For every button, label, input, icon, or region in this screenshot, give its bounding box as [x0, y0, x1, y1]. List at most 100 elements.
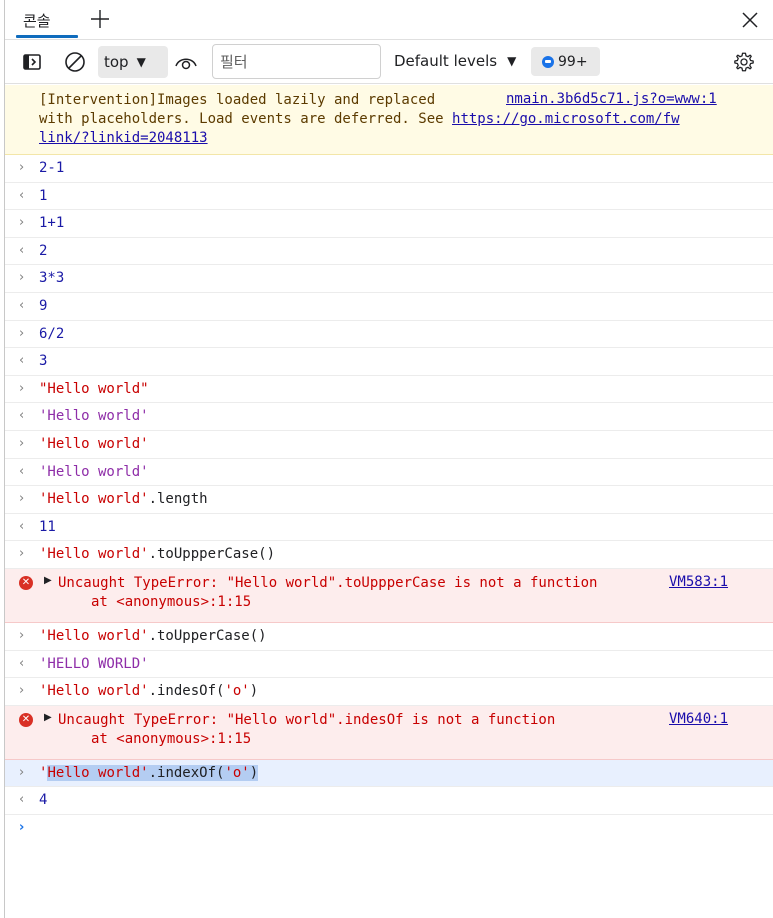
chevron-right-icon: › [19, 546, 25, 562]
entry-text: 2 [39, 242, 48, 259]
console-input-entry[interactable]: › "Hello world" [5, 376, 773, 404]
error-text: Uncaught TypeError: "Hello world".indesO… [58, 711, 556, 728]
error-trace: at <anonymous>:1:15 [91, 730, 252, 747]
error-icon: ✕ [19, 712, 33, 727]
warning-link[interactable]: https://go.microsoft.com/fw [452, 111, 680, 127]
console-input-entry[interactable]: › 1+1 [5, 210, 773, 238]
console-input-entry[interactable]: › 2-1 [5, 155, 773, 183]
close-icon [742, 12, 758, 28]
console-input-entry[interactable]: › 3*3 [5, 265, 773, 293]
console-output-entry: ‹ 3 [5, 348, 773, 376]
log-levels-label: Default levels [394, 52, 498, 70]
console-input-entry[interactable]: › 'Hello world'.length [5, 486, 773, 514]
tab-console[interactable]: 콘솔 [17, 0, 57, 40]
chevron-right-icon: › [19, 764, 25, 780]
console-output-entry: ‹ 2 [5, 238, 773, 266]
chevron-right-icon: › [19, 491, 25, 507]
message-icon [542, 55, 554, 68]
error-text: Uncaught TypeError: "Hello world".toUppp… [58, 574, 598, 591]
warning-line-2: with placeholders. Load events are defer… [39, 111, 453, 127]
chevron-right-icon: › [19, 435, 25, 451]
console-settings-button[interactable] [731, 49, 757, 75]
entry-text: 'Hello world'.indesOf('o') [39, 683, 259, 700]
chevron-right-icon: › [19, 160, 25, 175]
entry-text: 3*3 [39, 270, 65, 287]
chevron-left-icon: ‹ [19, 242, 25, 258]
console-input-entry[interactable]: › 'Hello world'.toUpperCase() [5, 623, 773, 651]
active-tab-indicator [16, 35, 78, 38]
chevron-right-icon: › [19, 683, 25, 699]
chevron-left-icon: ‹ [19, 463, 25, 479]
chevron-right-icon: › [19, 270, 25, 286]
context-select-value: top [104, 53, 129, 71]
caret-down-icon: ▼ [507, 54, 517, 68]
chevron-left-icon: ‹ [19, 408, 25, 424]
drawer-tab-bar: 콘솔 [5, 0, 773, 40]
entry-text: 4 [39, 792, 48, 809]
console-prompt[interactable]: › [5, 815, 773, 843]
entry-text: 11 [39, 518, 56, 535]
console-input-entry[interactable]: › 'Hello world'.toUppperCase() [5, 541, 773, 569]
entry-text: 'Hello world' [39, 408, 149, 425]
error-trace: at <anonymous>:1:15 [91, 593, 252, 610]
chevron-left-icon: ‹ [19, 187, 25, 203]
prompt-chevron-icon: › [19, 819, 25, 835]
entry-text: 'Hello world'.toUpperCase() [39, 627, 267, 644]
tab-console-label: 콘솔 [23, 12, 51, 30]
console-toolbar: top ▼ Default levels ▼ 99+ [5, 40, 773, 84]
warning-line-1: [Intervention]Images loaded lazily and r… [39, 92, 436, 108]
console-output-entry: ‹ 9 [5, 293, 773, 321]
console-entries: › 2-1 ‹ 1 › 1+1 ‹ 2 › 3*3 ‹ 9 › 6/2 ‹ 3 › "Hello world" ‹ '… [5, 155, 773, 569]
issues-badge-button[interactable]: 99+ [531, 47, 600, 76]
error-message: ✕ ▶ Uncaught TypeError: "Hello world".to… [5, 568, 773, 623]
plus-icon [91, 10, 109, 28]
console-messages[interactable]: [Intervention]Images loaded lazily and r… [5, 85, 773, 918]
console-input-entry[interactable]: › 'Hello world'.indexOf('o') [5, 759, 773, 788]
entry-text: "Hello world" [39, 380, 149, 397]
eye-icon [175, 58, 197, 70]
clear-console-button[interactable] [62, 49, 88, 75]
caret-down-icon: ▼ [136, 55, 146, 69]
entry-text: 'Hello world' [39, 435, 149, 452]
entry-text: 6/2 [39, 325, 65, 342]
toggle-sidebar-button[interactable] [19, 49, 45, 75]
console-output-entry: ‹ 1 [5, 183, 773, 211]
chevron-left-icon: ‹ [19, 353, 25, 369]
filter-input[interactable] [212, 44, 381, 79]
chevron-right-icon: › [19, 627, 25, 643]
console-input-entry[interactable]: › 'Hello world' [5, 431, 773, 459]
console-output-entry: ‹ 11 [5, 514, 773, 542]
warning-link-cont[interactable]: link/?linkid=2048113 [39, 130, 208, 146]
chevron-left-icon: ‹ [19, 518, 25, 534]
error-source-link[interactable]: VM583:1 [669, 574, 728, 590]
chevron-right-icon: › [19, 215, 25, 231]
console-output-entry: ‹ 'HELLO WORLD' [5, 651, 773, 679]
add-tab-button[interactable] [87, 6, 113, 32]
console-input-entry[interactable]: › 'Hello world'.indesOf('o') [5, 678, 773, 706]
selected-text: Hello world [47, 764, 141, 781]
error-source-link[interactable]: VM640:1 [669, 711, 728, 727]
entry-text: 'Hello world'.toUppperCase() [39, 546, 276, 563]
live-expression-button[interactable] [173, 49, 199, 75]
console-output-entry: ‹ 'Hello world' [5, 403, 773, 431]
entry-text: 3 [39, 353, 48, 370]
console-entries: › 'Hello world'.toUpperCase() ‹ 'HELLO WORL… [5, 623, 773, 706]
context-select[interactable]: top ▼ [98, 46, 168, 78]
chevron-left-icon: ‹ [19, 297, 25, 313]
expand-triangle-icon[interactable]: ▶ [44, 575, 52, 586]
close-drawer-button[interactable] [737, 7, 763, 33]
gear-icon [734, 52, 754, 72]
expand-triangle-icon[interactable]: ▶ [44, 712, 52, 723]
chevron-right-icon: › [19, 325, 25, 341]
error-icon: ✕ [19, 575, 33, 590]
warning-source-link[interactable]: nmain.3b6d5c71.js?o=www:1 [506, 91, 717, 107]
entry-text: 1+1 [39, 215, 65, 232]
block-icon [65, 52, 85, 72]
console-output-entry: ‹ 'Hello world' [5, 459, 773, 487]
chevron-left-icon: ‹ [19, 792, 25, 808]
console-input-entry[interactable]: › 6/2 [5, 321, 773, 349]
entry-text: 2-1 [39, 160, 65, 176]
sidebar-icon [23, 54, 41, 70]
entry-text[interactable]: 'Hello world'.indexOf('o') [39, 764, 259, 781]
log-levels-dropdown[interactable]: Default levels ▼ [394, 52, 516, 70]
